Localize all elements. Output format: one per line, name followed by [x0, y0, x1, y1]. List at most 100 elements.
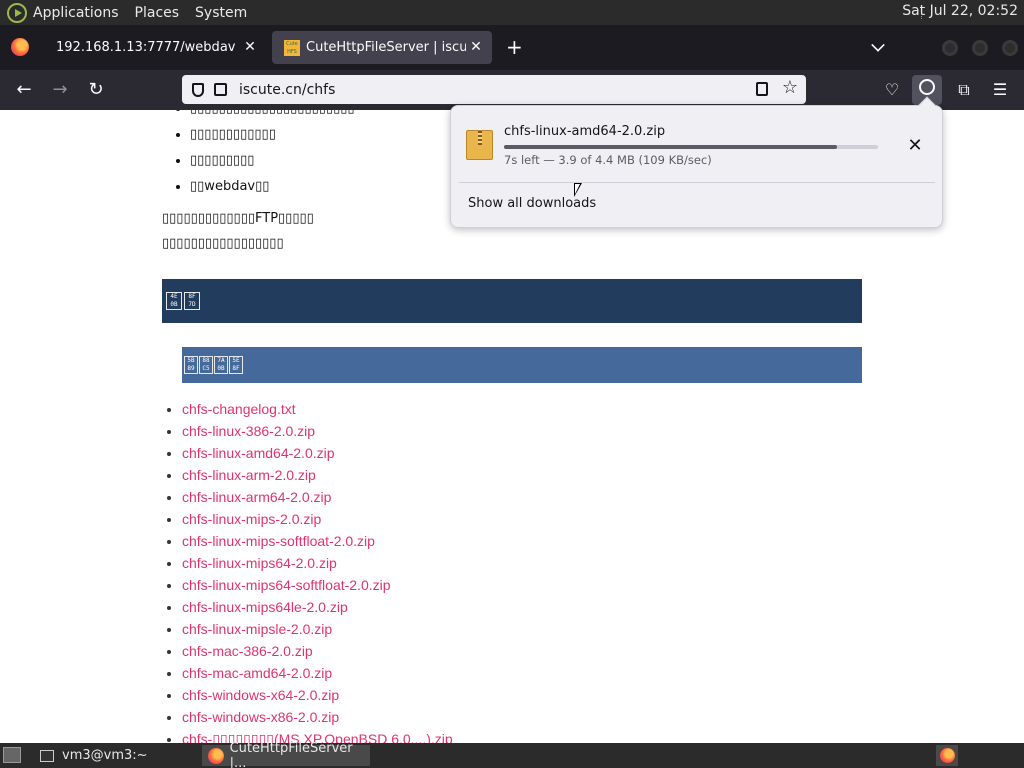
header-glyph: 7A 0B: [214, 356, 228, 374]
taskbar-item-label: CuteHttpFileServer |...: [229, 740, 353, 768]
list-item: chfs-linux-mips-softfloat-2.0.zip: [182, 530, 453, 552]
menu-system[interactable]: System: [195, 5, 247, 21]
tab-close-icon[interactable]: ✕: [468, 39, 484, 55]
list-item: chfs-linux-mips-2.0.zip: [182, 508, 453, 530]
file-link[interactable]: chfs-windows-x86-2.0.zip: [182, 709, 339, 725]
file-link[interactable]: chfs-linux-mips64le-2.0.zip: [182, 599, 348, 615]
app-menu-icon[interactable]: ☰: [988, 78, 1012, 102]
tab-title: CuteHttpFileServer | iscute.cn: [306, 40, 466, 55]
tab-close-icon[interactable]: ✕: [242, 39, 258, 55]
firefox-tray-icon: [939, 748, 955, 763]
show-all-downloads-button[interactable]: Show all downloads: [468, 196, 596, 211]
file-link[interactable]: chfs-linux-mips-softfloat-2.0.zip: [182, 533, 375, 549]
file-link[interactable]: chfs-mac-amd64-2.0.zip: [182, 665, 332, 681]
downloads-progress-icon: [919, 79, 935, 95]
download-section-header: 4E 0B 8F 7D: [162, 279, 862, 323]
clock[interactable]: Sat Jul 22, 02:52: [902, 3, 1018, 19]
header-glyph: 5E 8F: [229, 356, 243, 374]
navigation-toolbar: ← → ↻ iscute.cn/chfs ☆ ♡ ⧉ ☰: [0, 70, 1024, 110]
taskbar-firefox-window[interactable]: CuteHttpFileServer |...: [202, 741, 370, 768]
mouse-cursor-icon: [574, 183, 582, 197]
tray-firefox[interactable]: [936, 745, 958, 766]
cancel-download-close-icon[interactable]: ✕: [906, 137, 924, 155]
list-item: chfs-mac-amd64-2.0.zip: [182, 662, 453, 684]
menu-applications[interactable]: Applications: [33, 5, 119, 21]
header-glyph: 4E 0B: [166, 292, 182, 310]
list-item: chfs-mac-386-2.0.zip: [182, 640, 453, 662]
file-link[interactable]: chfs-mac-386-2.0.zip: [182, 643, 313, 659]
list-item: chfs-linux-arm64-2.0.zip: [182, 486, 453, 508]
list-item: chfs-linux-mipsle-2.0.zip: [182, 618, 453, 640]
list-item: ▯▯▯▯▯▯▯▯▯▯▯▯: [190, 122, 355, 148]
taskbar-terminal-window[interactable]: vm3@vm3:~: [34, 745, 198, 766]
new-tab-button[interactable]: +: [506, 37, 523, 57]
header-glyph: 5B 89: [184, 356, 198, 374]
window-minimize-button[interactable]: [942, 40, 958, 56]
file-link[interactable]: chfs-windows-x64-2.0.zip: [182, 687, 339, 703]
back-button[interactable]: ←: [12, 78, 36, 102]
file-link[interactable]: chfs-linux-mips64-2.0.zip: [182, 555, 337, 571]
header-glyph: 8F 7D: [184, 292, 200, 310]
window-close-button[interactable]: [1002, 40, 1018, 56]
list-item: chfs-windows-x64-2.0.zip: [182, 684, 453, 706]
panel-divider: [459, 182, 935, 183]
feature-list: ▯▯▯▯▯▯▯▯▯▯▯▯▯▯▯▯▯▯▯▯▯▯▯ ▯▯▯▯▯▯▯▯▯▯▯▯ ▯▯▯…: [190, 110, 355, 200]
downloads-panel: chfs-linux-amd64-2.0.zip 7s left — 3.9 o…: [450, 96, 943, 228]
browser-tab-bar: 192.168.1.13:7777/webdav ✕ Cute HFS Cute…: [0, 25, 1024, 70]
bottom-taskbar: vm3@vm3:~ CuteHttpFileServer |...: [0, 741, 1024, 768]
system-logo-icon[interactable]: [7, 2, 27, 23]
zip-file-icon: [466, 130, 493, 160]
list-item: chfs-linux-mips64le-2.0.zip: [182, 596, 453, 618]
reader-view-icon[interactable]: [756, 82, 768, 96]
file-link[interactable]: chfs-linux-mips-2.0.zip: [182, 511, 321, 527]
reload-button[interactable]: ↻: [84, 78, 108, 102]
show-desktop-icon[interactable]: [3, 747, 21, 763]
list-item: chfs-linux-mips64-2.0.zip: [182, 552, 453, 574]
download-progress-bar: [504, 145, 878, 149]
terminal-icon: [40, 749, 54, 762]
file-link[interactable]: chfs-linux-386-2.0.zip: [182, 423, 315, 439]
tab-webdav[interactable]: 192.168.1.13:7777/webdav ✕: [44, 31, 266, 64]
pocket-icon[interactable]: ♡: [880, 78, 904, 102]
tracking-protection-shield-icon[interactable]: [192, 82, 204, 97]
bookmark-star-icon[interactable]: ☆: [782, 78, 798, 98]
site-info-lock-icon[interactable]: [214, 83, 227, 96]
firefox-view-icon[interactable]: [11, 38, 29, 56]
list-item: ▯▯▯▯▯▯▯▯▯: [190, 148, 355, 174]
download-file-list: chfs-changelog.txt chfs-linux-386-2.0.zi…: [182, 398, 453, 743]
list-item: chfs-linux-386-2.0.zip: [182, 420, 453, 442]
forward-button[interactable]: →: [48, 78, 72, 102]
list-item: chfs-linux-amd64-2.0.zip: [182, 442, 453, 464]
url-bar[interactable]: iscute.cn/chfs ☆: [182, 75, 806, 104]
tab-cutehttpfileserver[interactable]: Cute HFS CuteHttpFileServer | iscute.cn …: [272, 31, 492, 64]
list-item: chfs-linux-arm-2.0.zip: [182, 464, 453, 486]
tab-title: 192.168.1.13:7777/webdav: [56, 40, 236, 55]
list-item: chfs-linux-mips64-softfloat-2.0.zip: [182, 574, 453, 596]
file-link[interactable]: chfs-changelog.txt: [182, 401, 296, 417]
install-subsection-header: 5B 89 88 C5 7A 0B 5E 8F: [182, 347, 862, 383]
window-maximize-button[interactable]: [972, 40, 988, 56]
list-item: chfs-changelog.txt: [182, 398, 453, 420]
file-link[interactable]: chfs-linux-arm-2.0.zip: [182, 467, 316, 483]
download-status: 7s left — 3.9 of 4.4 MB (109 KB/sec): [504, 153, 712, 167]
system-top-panel: Applications Places System Sat Jul 22, 0…: [0, 0, 1024, 25]
description-line: ▯▯▯▯▯▯▯▯▯▯▯▯▯FTP▯▯▯▯▯: [162, 211, 314, 226]
file-link[interactable]: chfs-linux-arm64-2.0.zip: [182, 489, 331, 505]
menu-places[interactable]: Places: [135, 5, 180, 21]
list-item: ▯▯webdav▯▯: [190, 174, 355, 200]
list-all-tabs-chevron-icon[interactable]: [871, 38, 885, 52]
firefox-icon: [208, 747, 224, 764]
list-item: chfs-windows-x86-2.0.zip: [182, 706, 453, 728]
file-link[interactable]: chfs-linux-amd64-2.0.zip: [182, 445, 335, 461]
tab-favicon-icon: Cute HFS: [284, 39, 300, 56]
download-progress-fill: [504, 145, 837, 149]
file-link[interactable]: chfs-linux-mips64-softfloat-2.0.zip: [182, 577, 391, 593]
url-text[interactable]: iscute.cn/chfs: [239, 82, 335, 98]
extensions-icon[interactable]: ⧉: [952, 78, 976, 102]
file-link[interactable]: chfs-linux-mipsle-2.0.zip: [182, 621, 332, 637]
description-line: ▯▯▯▯▯▯▯▯▯▯▯▯▯▯▯▯▯: [162, 236, 284, 251]
download-filename[interactable]: chfs-linux-amd64-2.0.zip: [504, 124, 665, 139]
header-glyph: 88 C5: [199, 356, 213, 374]
taskbar-item-label: vm3@vm3:~: [62, 748, 148, 763]
list-item: ▯▯▯▯▯▯▯▯▯▯▯▯▯▯▯▯▯▯▯▯▯▯▯: [190, 110, 355, 122]
